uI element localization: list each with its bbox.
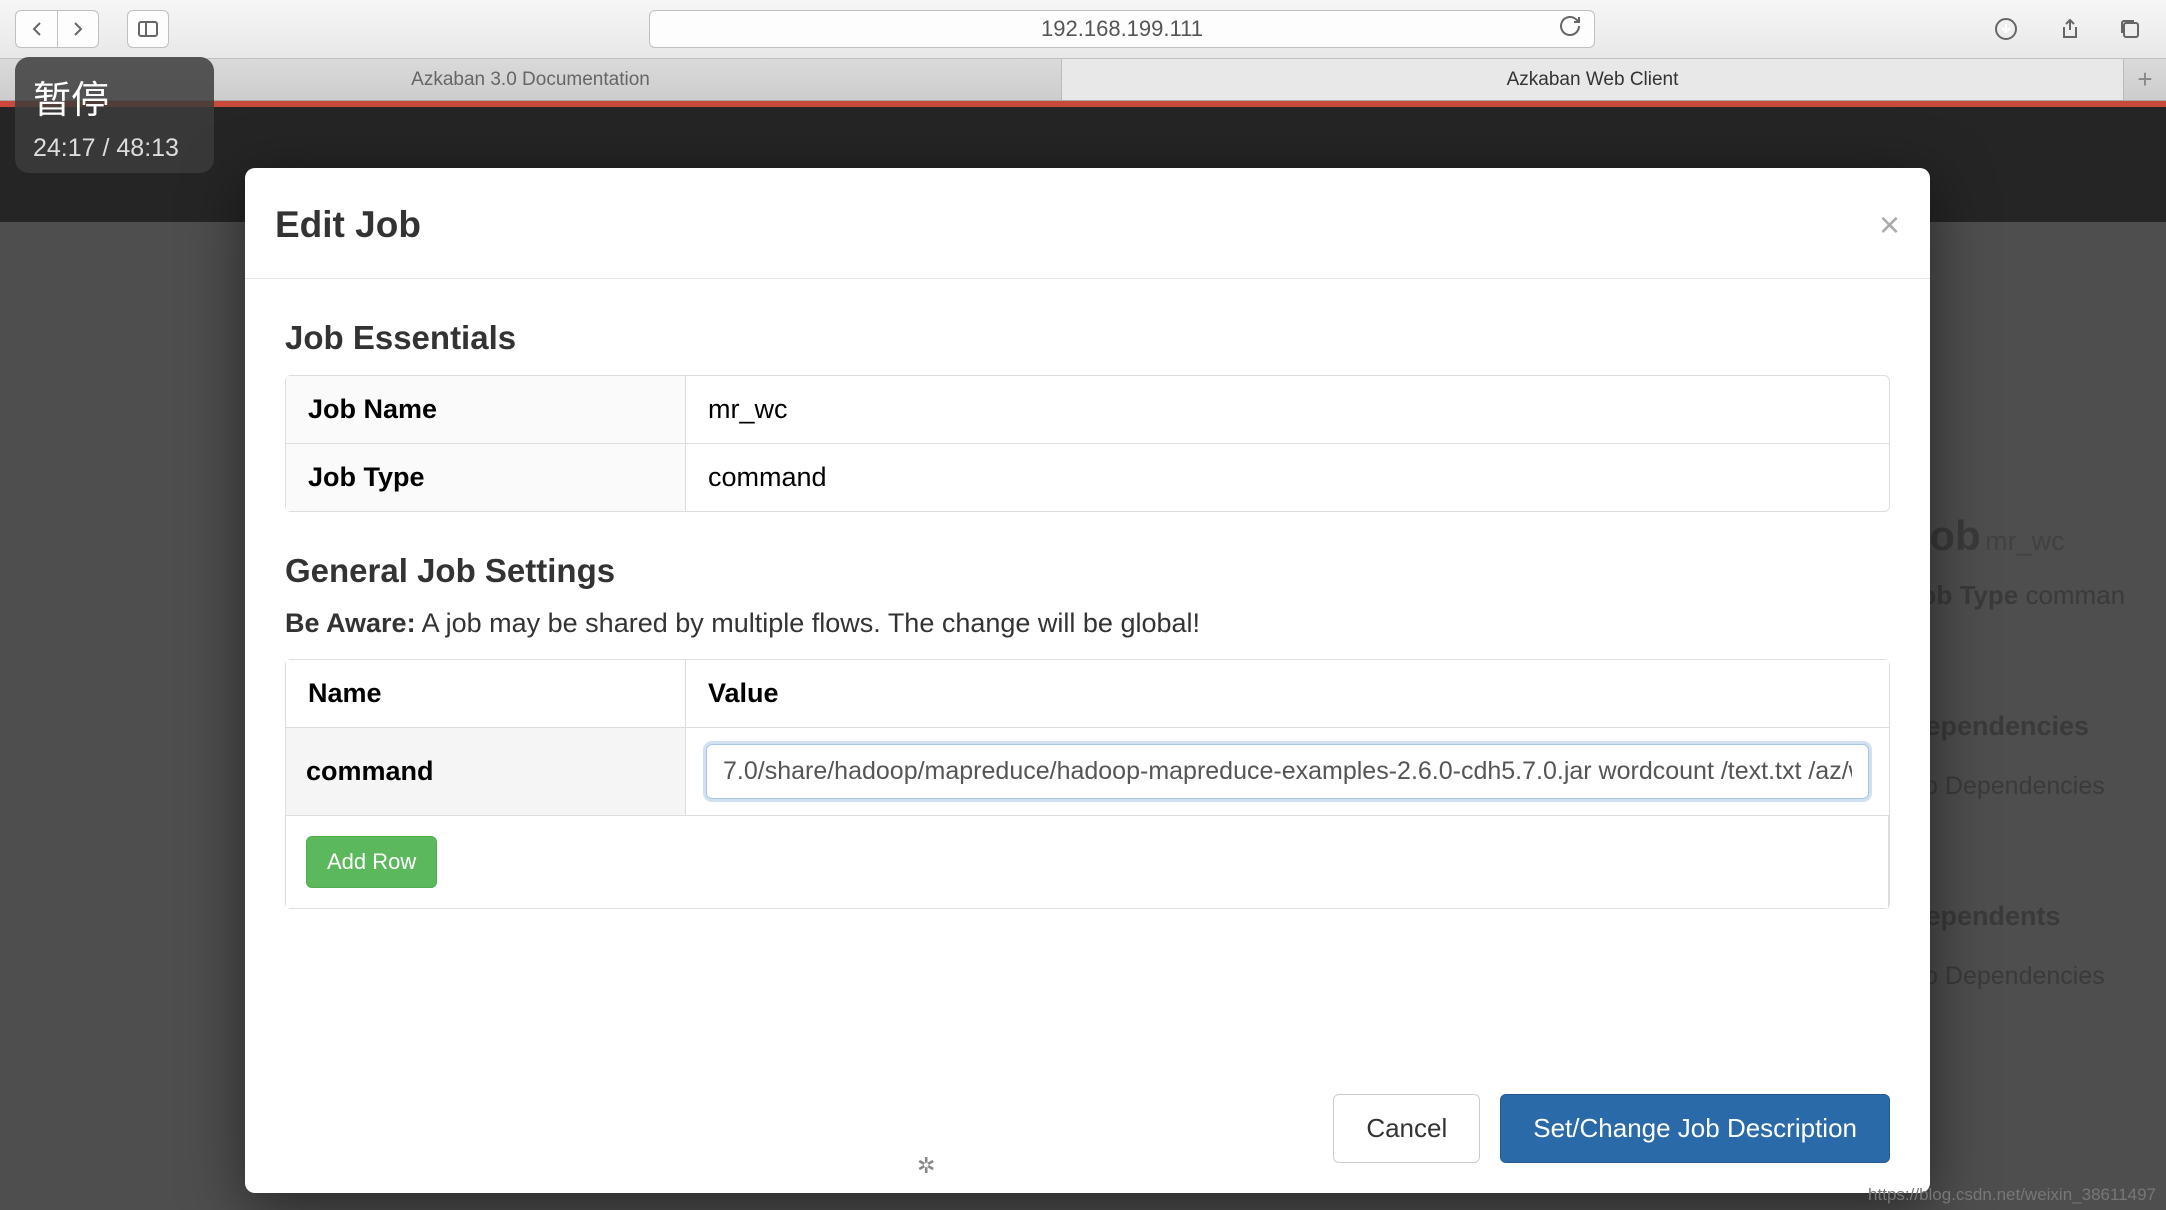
share-button[interactable] [2047,10,2089,48]
value-column-header: Value [686,660,1889,728]
warning-label: Be Aware: [285,608,416,638]
browser-right-buttons [1985,10,2151,48]
tab-label: Azkaban Web Client [1507,69,1679,91]
back-button[interactable] [15,10,57,48]
video-status: 暂停 [33,69,196,124]
close-button[interactable]: × [1879,204,1900,246]
address-bar[interactable]: 192.168.199.111 [649,10,1595,48]
forward-button[interactable] [57,10,99,48]
job-type-value: command [686,444,1889,511]
settings-table: Name Value command Add Row [285,659,1890,909]
job-essentials-table: Job Name mr_wc Job Type command [285,375,1890,512]
modal-header: Edit Job × [245,168,1930,279]
browser-toolbar: 192.168.199.111 [0,0,2166,59]
reload-button[interactable] [1558,14,1582,44]
video-overlay: 暂停 24:17 / 48:13 [15,57,214,173]
plus-icon: + [2137,64,2152,95]
spinner-icon: ✲ [917,1153,935,1179]
modal-footer: Cancel Set/Change Job Description [1333,1094,1890,1163]
table-row: Job Name mr_wc [286,376,1889,444]
tab-web-client[interactable]: Azkaban Web Client [1062,59,2124,100]
table-footer-row: Add Row [286,816,1889,908]
job-type-label: Job Type [286,444,686,511]
tabs-icon [2118,17,2142,41]
cancel-button[interactable]: Cancel [1333,1094,1480,1163]
job-essentials-header: Job Essentials [285,319,1890,357]
general-settings-header: General Job Settings [285,552,1890,590]
address-text: 192.168.199.111 [1041,16,1203,42]
modal-body: Job Essentials Job Name mr_wc Job Type c… [245,279,1930,929]
setting-name: command [286,728,686,816]
add-tab-button[interactable]: + [2124,59,2166,100]
setting-value-cell [686,728,1889,816]
tab-label: Azkaban 3.0 Documentation [411,69,650,91]
name-column-header: Name [286,660,686,728]
add-row-button[interactable]: Add Row [306,836,437,888]
chevron-right-icon [66,17,90,41]
set-change-button[interactable]: Set/Change Job Description [1500,1094,1890,1163]
share-icon [2056,17,2080,41]
panel-icon [136,17,160,41]
download-icon [1994,17,2018,41]
downloads-button[interactable] [1985,10,2027,48]
sidebar-toggle-button[interactable] [127,10,169,48]
modal-title: Edit Job [275,204,421,246]
reload-icon [1558,14,1582,38]
video-time: 24:17 / 48:13 [33,134,196,163]
tabs-button[interactable] [2109,10,2151,48]
warning-text: Be Aware: A job may be shared by multipl… [285,608,1890,639]
table-row: Job Type command [286,444,1889,511]
edit-job-modal: Edit Job × Job Essentials Job Name mr_wc… [245,168,1930,1193]
job-name-value: mr_wc [686,376,1889,444]
status-bar-url: https://blog.csdn.net/weixin_38611497 [1868,1185,2156,1205]
table-row: command [286,728,1889,816]
job-name-label: Job Name [286,376,686,444]
nav-buttons [15,10,99,48]
table-header-row: Name Value [286,660,1889,728]
warning-body: A job may be shared by multiple flows. T… [422,608,1200,638]
command-input[interactable] [706,744,1869,799]
tab-bar: Azkaban 3.0 Documentation Azkaban Web Cl… [0,59,2166,101]
chevron-left-icon [25,17,49,41]
close-icon: × [1879,204,1900,245]
